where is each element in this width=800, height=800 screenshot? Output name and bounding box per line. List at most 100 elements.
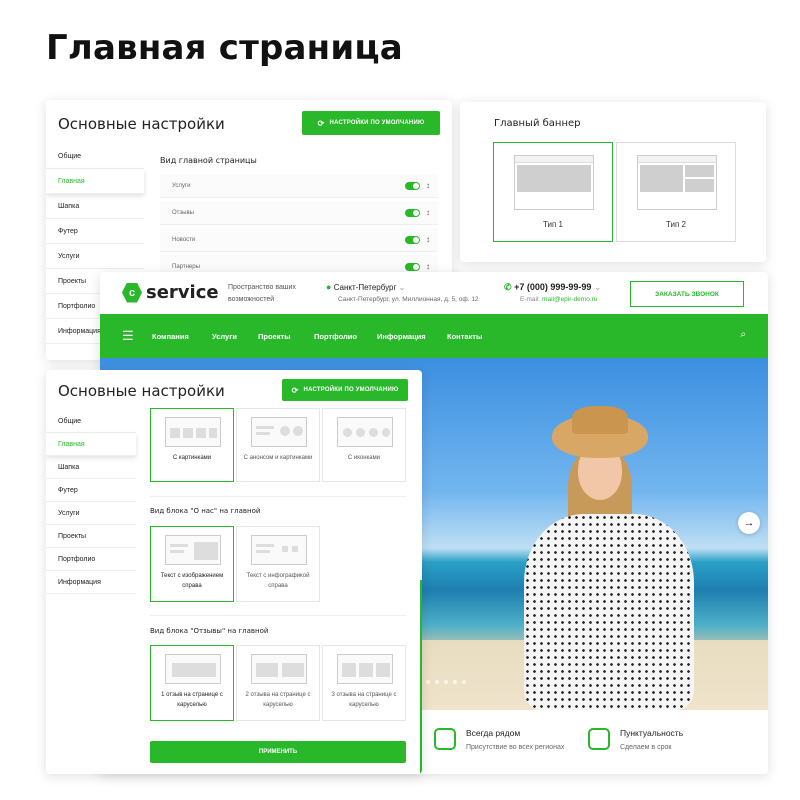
city-selector[interactable]: ● Санкт-Петербург ⌄	[326, 282, 405, 292]
feature-subtitle: Сделаем в срок	[620, 744, 672, 751]
location-pin-icon: ●	[326, 282, 332, 292]
option-label: Отзывы	[172, 209, 194, 216]
option-thumbnail	[251, 654, 307, 684]
nav-item-portfolio[interactable]: Портфолио	[314, 332, 357, 341]
about-section-title: Вид блока "О нас" на главной	[150, 507, 261, 515]
option-row-services: Услуги ↕	[160, 174, 438, 198]
location-icon	[434, 728, 456, 750]
option-thumbnail	[165, 535, 221, 565]
about-option-image-right[interactable]: Текст с изображением справа	[150, 526, 234, 602]
drag-handle-icon[interactable]: ↕	[426, 208, 430, 217]
banner-type-2-preview	[637, 155, 717, 210]
toggle-switch[interactable]	[405, 262, 420, 271]
tagline: Пространство ваших возможностей	[228, 284, 296, 303]
option-thumbnail	[337, 654, 393, 684]
callback-button[interactable]: Заказать звонок	[630, 281, 744, 307]
toggle-switch[interactable]	[405, 235, 420, 244]
sidebar-item-portfolio[interactable]: Портфолио	[46, 548, 136, 571]
toggle-switch[interactable]	[405, 181, 420, 190]
email-label: E-mail:	[520, 296, 541, 303]
banner-type-2-option[interactable]: Тип 2	[616, 142, 736, 242]
settings-panel-bottom: Основные настройки ⟳ Настройки по умолча…	[46, 370, 422, 774]
option-caption: С картинками	[172, 455, 212, 461]
site-nav: ☰ Компания Услуги Проекты Портфолио Инфо…	[100, 314, 768, 358]
reviews-section-title: Вид блока "Отзывы" на главной	[150, 627, 269, 635]
sidebar-item-general[interactable]: Общие	[46, 410, 136, 433]
sidebar-item-projects[interactable]: Проекты	[46, 525, 136, 548]
nav-item-projects[interactable]: Проекты	[258, 332, 291, 341]
logo-icon: c	[122, 282, 142, 303]
scrollbar[interactable]	[420, 580, 422, 774]
search-icon[interactable]: ⌕	[740, 329, 746, 340]
sidebar-item-services[interactable]: Услуги	[46, 502, 136, 525]
next-slide-arrow-icon[interactable]: →	[738, 512, 760, 534]
default-settings-label: Настройки по умолчанию	[329, 120, 425, 126]
email-link[interactable]: mail@epir-demo.ru	[542, 296, 597, 303]
sidebar-item-info[interactable]: Информация	[46, 571, 136, 594]
option-label: Партнеры	[172, 263, 200, 270]
banner-panel: Главный баннер Тип 1 Тип 2	[460, 102, 766, 262]
option-caption: Текст с инфографикой справа	[246, 573, 310, 589]
email: E-mail: mail@epir-demo.ru	[520, 296, 597, 303]
default-settings-button[interactable]: ⟳ Настройки по умолчанию	[302, 111, 440, 135]
logo-text: service	[146, 282, 219, 303]
page-title: Главная страница	[46, 28, 403, 68]
drag-handle-icon[interactable]: ↕	[426, 235, 430, 244]
nav-item-info[interactable]: Информация	[377, 332, 426, 341]
sidebar-item-general[interactable]: Общие	[46, 144, 144, 169]
banner-type-1-option[interactable]: Тип 1	[493, 142, 613, 242]
services-option-announce-images[interactable]: С анонсом и картинками	[236, 408, 320, 482]
sidebar-item-header[interactable]: Шапка	[46, 194, 144, 219]
option-label: Услуги	[172, 182, 191, 189]
services-option-icons[interactable]: С иконками	[322, 408, 406, 482]
address: Санкт-Петербург, ул. Миллионная, д. 5, о…	[338, 296, 479, 303]
nav-item-company[interactable]: Компания	[152, 332, 189, 341]
about-option-infographic-right[interactable]: Текст с инфографикой справа	[236, 526, 320, 602]
banner-type-1-label: Тип 1	[542, 220, 563, 229]
site-logo[interactable]: c service	[122, 282, 219, 303]
sidebar-item-main[interactable]: Главная	[46, 433, 136, 456]
option-caption: С анонсом и картинками	[243, 455, 313, 461]
banner-type-1-preview	[514, 155, 594, 210]
drag-handle-icon[interactable]: ↕	[426, 262, 430, 271]
services-option-images[interactable]: С картинками	[150, 408, 234, 482]
banner-type-2-label: Тип 2	[665, 220, 686, 229]
phone-text: +7 (000) 999-99-99	[514, 282, 592, 292]
banner-title: Главный баннер	[494, 118, 581, 129]
phone-number[interactable]: ✆ +7 (000) 999-99-99 ⌄	[504, 282, 601, 293]
feature-title: Пунктуальность	[620, 728, 684, 738]
sidebar-item-services[interactable]: Услуги	[46, 244, 144, 269]
divider	[150, 615, 406, 616]
settings-sidebar: Общие Главная Шапка Футер Услуги Проекты…	[46, 410, 136, 594]
option-caption: Текст с изображением справа	[160, 573, 224, 589]
option-thumbnail	[337, 417, 393, 447]
option-caption: 2 отзыва на странице с каруселью	[245, 692, 311, 708]
site-header: c service Пространство ваших возможносте…	[100, 272, 768, 314]
reviews-option-3[interactable]: 3 отзыва на странице с каруселью	[322, 645, 406, 721]
default-settings-label: Настройки по умолчанию	[303, 387, 399, 393]
toggle-switch[interactable]	[405, 208, 420, 217]
reviews-option-1[interactable]: 1 отзыв на странице с каруселью	[150, 645, 234, 721]
option-thumbnail	[165, 654, 221, 684]
option-caption: 3 отзыва на странице с каруселью	[331, 692, 397, 708]
divider	[150, 496, 406, 497]
menu-icon[interactable]: ☰	[122, 328, 134, 344]
sidebar-item-footer[interactable]: Футер	[46, 219, 144, 244]
nav-item-contacts[interactable]: Контакты	[447, 332, 482, 341]
refresh-icon: ⟳	[317, 118, 325, 128]
option-thumbnail	[251, 535, 307, 565]
sidebar-item-main[interactable]: Главная	[46, 169, 144, 194]
default-settings-button[interactable]: ⟳ Настройки по умолчанию	[282, 379, 408, 401]
drag-handle-icon[interactable]: ↕	[426, 181, 430, 190]
option-label: Новости	[172, 236, 196, 243]
option-caption: 1 отзыв на странице с каруселью	[161, 692, 223, 708]
reviews-option-2[interactable]: 2 отзыва на странице с каруселью	[236, 645, 320, 721]
apply-button[interactable]: Применить	[150, 741, 406, 763]
sidebar-item-header[interactable]: Шапка	[46, 456, 136, 479]
slider-dots[interactable]	[426, 680, 466, 684]
delivery-clock-icon	[588, 728, 610, 750]
feature-title: Всегда рядом	[466, 728, 521, 738]
nav-item-services[interactable]: Услуги	[212, 332, 237, 341]
city-name: Санкт-Петербург	[333, 283, 397, 292]
sidebar-item-footer[interactable]: Футер	[46, 479, 136, 502]
